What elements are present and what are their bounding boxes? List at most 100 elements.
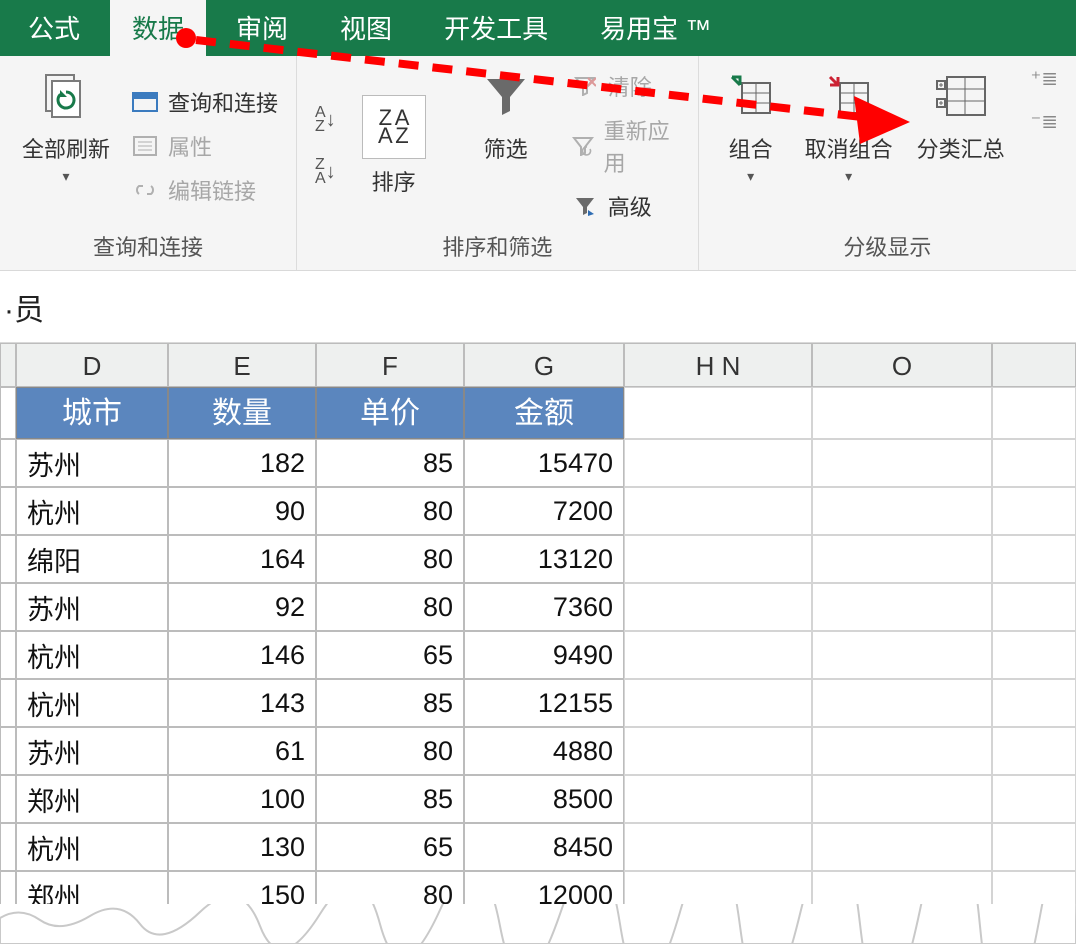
- cell-qty[interactable]: 92: [168, 583, 316, 631]
- cell-amount[interactable]: 7200: [464, 487, 624, 535]
- cell-price[interactable]: 65: [316, 823, 464, 871]
- cell-city[interactable]: 杭州: [16, 823, 168, 871]
- cell-empty[interactable]: [992, 535, 1076, 583]
- cell-amount[interactable]: 4880: [464, 727, 624, 775]
- cell-empty[interactable]: [992, 679, 1076, 727]
- cell-empty[interactable]: [992, 387, 1076, 439]
- cell-city[interactable]: 苏州: [16, 727, 168, 775]
- cell-price[interactable]: 80: [316, 535, 464, 583]
- tab-view[interactable]: 视图: [318, 0, 414, 56]
- cell-amount[interactable]: 8450: [464, 823, 624, 871]
- cell-empty[interactable]: [624, 535, 812, 583]
- cell-empty[interactable]: [812, 775, 992, 823]
- cell-qty[interactable]: 61: [168, 727, 316, 775]
- cell-price[interactable]: 85: [316, 439, 464, 487]
- cell-empty[interactable]: [812, 727, 992, 775]
- cell-empty[interactable]: [812, 823, 992, 871]
- cell-empty[interactable]: [624, 487, 812, 535]
- header-qty[interactable]: 数量: [168, 387, 316, 439]
- cell-qty[interactable]: 182: [168, 439, 316, 487]
- refresh-all-button[interactable]: 全部刷新 ▾: [18, 66, 114, 226]
- filter-button[interactable]: 筛选: [458, 66, 554, 226]
- cell-qty[interactable]: 90: [168, 487, 316, 535]
- cell-qty[interactable]: 100: [168, 775, 316, 823]
- cell-empty[interactable]: [812, 487, 992, 535]
- header-price[interactable]: 单价: [316, 387, 464, 439]
- tab-review[interactable]: 审阅: [214, 0, 310, 56]
- reapply-button[interactable]: 重新应用: [570, 114, 680, 178]
- cell-qty[interactable]: 164: [168, 535, 316, 583]
- sort-button[interactable]: ZA AZ 排序: [346, 95, 442, 197]
- cell-price[interactable]: 80: [316, 487, 464, 535]
- col-header-HN[interactable]: H N: [624, 343, 812, 387]
- col-header-E[interactable]: E: [168, 343, 316, 387]
- cell-amount[interactable]: 12155: [464, 679, 624, 727]
- sort-asc-button[interactable]: AZ ↓: [315, 106, 336, 134]
- cell-price[interactable]: 80: [316, 727, 464, 775]
- cell-empty[interactable]: [992, 439, 1076, 487]
- cell-amount[interactable]: 15470: [464, 439, 624, 487]
- cell-empty[interactable]: [624, 631, 812, 679]
- group-button[interactable]: 组合 ▾: [717, 66, 785, 185]
- header-amount[interactable]: 金额: [464, 387, 624, 439]
- cell-amount[interactable]: 8500: [464, 775, 624, 823]
- cell-empty[interactable]: [992, 727, 1076, 775]
- cell-empty[interactable]: [624, 583, 812, 631]
- col-header-F[interactable]: F: [316, 343, 464, 387]
- show-detail-icon[interactable]: ⁺≣: [1031, 66, 1058, 91]
- cell-city[interactable]: 苏州: [16, 439, 168, 487]
- cell-empty[interactable]: [812, 439, 992, 487]
- cell-empty[interactable]: [992, 583, 1076, 631]
- cell-amount[interactable]: 9490: [464, 631, 624, 679]
- subtotal-button[interactable]: 分类汇总: [913, 66, 1009, 164]
- cell-empty[interactable]: [812, 679, 992, 727]
- cell-empty[interactable]: [812, 387, 992, 439]
- cell-amount[interactable]: 13120: [464, 535, 624, 583]
- cell-city[interactable]: 绵阳: [16, 535, 168, 583]
- sort-desc-button[interactable]: ZA ↓: [315, 158, 336, 186]
- cell-empty[interactable]: [992, 775, 1076, 823]
- cell-empty[interactable]: [624, 775, 812, 823]
- tab-formula[interactable]: 公式: [6, 0, 102, 56]
- cell-empty[interactable]: [624, 387, 812, 439]
- clear-filter-button[interactable]: 清除: [570, 70, 680, 102]
- col-header-G[interactable]: G: [464, 343, 624, 387]
- cell-price[interactable]: 80: [316, 583, 464, 631]
- cell-empty[interactable]: [992, 823, 1076, 871]
- cell-empty[interactable]: [992, 631, 1076, 679]
- tab-addon[interactable]: 易用宝 ™: [578, 0, 733, 56]
- cell-price[interactable]: 85: [316, 775, 464, 823]
- formula-bar[interactable]: ·员: [0, 271, 1076, 343]
- cell-empty[interactable]: [624, 439, 812, 487]
- cell-empty[interactable]: [624, 727, 812, 775]
- cell-city[interactable]: 杭州: [16, 631, 168, 679]
- col-header-extra[interactable]: [992, 343, 1076, 387]
- cell-city[interactable]: 杭州: [16, 487, 168, 535]
- cell-city[interactable]: 郑州: [16, 775, 168, 823]
- tab-data[interactable]: 数据: [110, 0, 206, 56]
- col-header-D[interactable]: D: [16, 343, 168, 387]
- cell-qty[interactable]: 130: [168, 823, 316, 871]
- cell-city[interactable]: 杭州: [16, 679, 168, 727]
- header-city[interactable]: 城市: [16, 387, 168, 439]
- col-header-O[interactable]: O: [812, 343, 992, 387]
- cell-price[interactable]: 85: [316, 679, 464, 727]
- cell-qty[interactable]: 143: [168, 679, 316, 727]
- spreadsheet-grid[interactable]: D E F G H N O 城市 数量 单价 金额 苏州1828515470杭州…: [0, 343, 1076, 919]
- cell-price[interactable]: 65: [316, 631, 464, 679]
- cell-qty[interactable]: 146: [168, 631, 316, 679]
- queries-connections-button[interactable]: 查询和连接: [130, 86, 278, 118]
- properties-button[interactable]: 属性: [130, 130, 278, 162]
- tab-developer[interactable]: 开发工具: [422, 0, 570, 56]
- cell-empty[interactable]: [812, 631, 992, 679]
- cell-empty[interactable]: [812, 583, 992, 631]
- cell-empty[interactable]: [624, 679, 812, 727]
- cell-empty[interactable]: [812, 535, 992, 583]
- cell-amount[interactable]: 7360: [464, 583, 624, 631]
- hide-detail-icon[interactable]: ⁻≣: [1031, 109, 1058, 134]
- edit-links-button[interactable]: 编辑链接: [130, 174, 278, 206]
- cell-empty[interactable]: [992, 487, 1076, 535]
- cell-empty[interactable]: [624, 823, 812, 871]
- cell-city[interactable]: 苏州: [16, 583, 168, 631]
- ungroup-button[interactable]: 取消组合 ▾: [801, 66, 897, 185]
